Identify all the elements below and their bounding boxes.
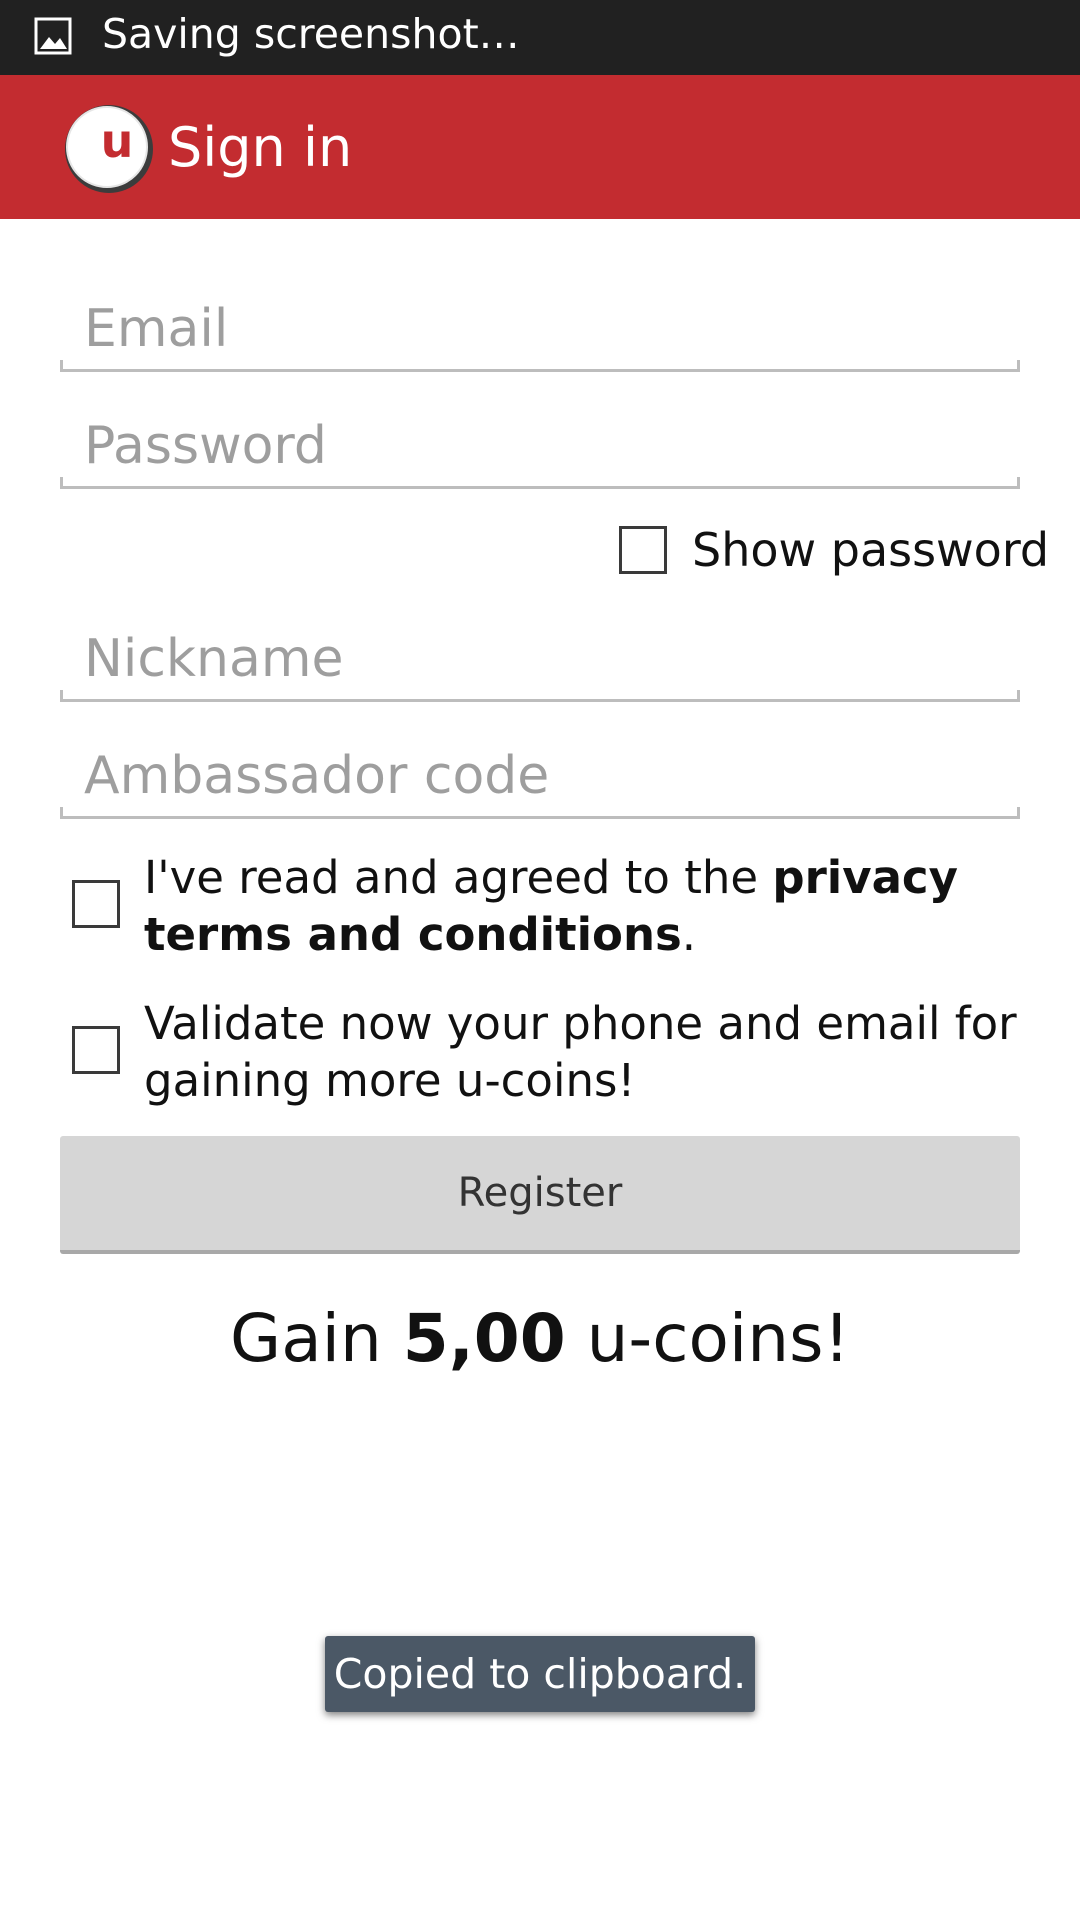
privacy-consent-suffix: . (681, 908, 697, 961)
reward-suffix: u-coins! (565, 1300, 850, 1377)
validate-checkbox[interactable] (72, 1026, 120, 1074)
nickname-field-container (60, 602, 1020, 702)
password-field-container (60, 389, 1020, 489)
picture-icon (34, 17, 72, 55)
privacy-consent-prefix: I've read and agreed to the (144, 851, 773, 904)
toast-message: Copied to clipboard. (325, 1636, 755, 1712)
reward-prefix: Gain (230, 1300, 403, 1377)
ambassador-code-field[interactable] (84, 741, 994, 811)
privacy-consent-checkbox[interactable] (72, 880, 120, 928)
logo-letter: u (101, 114, 134, 168)
register-button[interactable]: Register (60, 1136, 1020, 1254)
ambassador-code-field-container (60, 719, 1020, 819)
reward-amount: 5,00 (402, 1300, 566, 1377)
reward-text: Gain 5,00 u-coins! (0, 1298, 1080, 1380)
email-field[interactable] (84, 294, 994, 364)
status-notification-text: Saving screenshot… (102, 10, 520, 58)
show-password-label: Show password (692, 523, 1050, 577)
email-field-container (60, 272, 1020, 372)
show-password-checkbox[interactable] (619, 526, 667, 574)
password-field[interactable] (84, 411, 994, 481)
page-title: Sign in (168, 116, 353, 179)
nickname-field[interactable] (84, 624, 994, 694)
app-logo-icon[interactable]: u (63, 103, 155, 195)
privacy-consent-label: I've read and agreed to the privacy term… (144, 849, 1024, 963)
app-bar: u Sign in (0, 75, 1080, 219)
status-bar: Saving screenshot… (0, 0, 1080, 75)
validate-label: Validate now your phone and email for ga… (144, 997, 1017, 1107)
